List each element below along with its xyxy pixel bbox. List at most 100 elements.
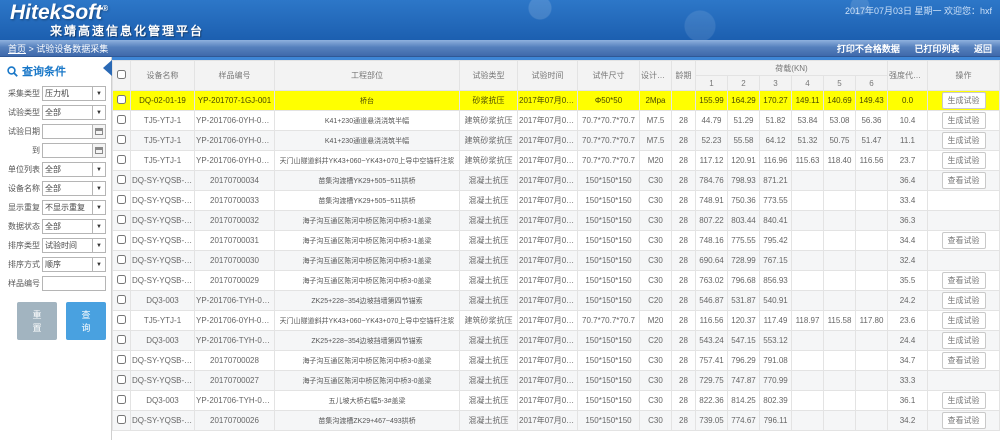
col-load-4: 4 <box>792 76 824 91</box>
date-input[interactable] <box>42 143 106 158</box>
chevron-down-icon[interactable]: ▼ <box>92 220 105 233</box>
table-row: DQ-SY-YQSB-04020170700032海子沟互通区陈河中桥区陈河中桥… <box>113 211 1000 231</box>
calendar-icon[interactable] <box>92 125 105 138</box>
chevron-down-icon[interactable]: ▼ <box>92 106 105 119</box>
cell-age: 28 <box>672 411 696 431</box>
cell-strength-rep-value: 24.4 <box>888 331 928 351</box>
cell-test-time: 2017年07月03日 <box>518 291 578 311</box>
chevron-down-icon[interactable]: ▼ <box>92 201 105 214</box>
sidebar-collapse-icon[interactable] <box>103 60 112 76</box>
filter-select[interactable]: 全部▼ <box>42 181 106 196</box>
cell-test-time: 2017年07月03日 <box>518 371 578 391</box>
row-checkbox[interactable] <box>117 195 126 204</box>
row-checkbox[interactable] <box>117 335 126 344</box>
date-input[interactable] <box>42 124 106 139</box>
cell-device-name: DQ-SY-YQSB-040 <box>131 271 195 291</box>
cell-strength-rep-value: 10.4 <box>888 111 928 131</box>
col-time: 试验时间 <box>518 61 578 91</box>
generate-test-button[interactable]: 生成试验 <box>942 292 986 309</box>
filter-label: 试验类型 <box>3 107 40 118</box>
calendar-icon[interactable] <box>92 144 105 157</box>
cell-age: 28 <box>672 391 696 411</box>
view-test-button[interactable]: 查看试验 <box>942 172 986 189</box>
filter-select[interactable]: 不显示重复▼ <box>42 200 106 215</box>
row-checkbox[interactable] <box>117 155 126 164</box>
cell-strength-rep-value: 23.6 <box>888 311 928 331</box>
generate-test-button[interactable]: 生成试验 <box>942 92 986 109</box>
chevron-down-icon[interactable]: ▼ <box>92 239 105 252</box>
generate-test-button[interactable]: 生成试验 <box>942 112 986 129</box>
cell-load-5 <box>824 371 856 391</box>
select-all-checkbox[interactable] <box>117 70 126 79</box>
cell-load-6 <box>856 351 888 371</box>
row-checkbox[interactable] <box>117 315 126 324</box>
row-checkbox[interactable] <box>117 255 126 264</box>
cell-test-type: 混凝土抗压 <box>460 411 518 431</box>
view-test-button[interactable]: 查看试验 <box>942 412 986 429</box>
row-checkbox[interactable] <box>117 135 126 144</box>
filter-select[interactable]: 试验时间▼ <box>42 238 106 253</box>
cell-age: 28 <box>672 271 696 291</box>
view-test-button[interactable]: 查看试验 <box>942 272 986 289</box>
cell-sample-number: YP-201706-TYH-054-3 <box>195 391 275 411</box>
filter-select[interactable]: 全部▼ <box>42 219 106 234</box>
row-checkbox[interactable] <box>117 395 126 404</box>
cell-test-type: 混凝土抗压 <box>460 251 518 271</box>
cell-load-5: 115.58 <box>824 311 856 331</box>
chevron-down-icon[interactable]: ▼ <box>92 182 105 195</box>
row-checkbox[interactable] <box>117 175 126 184</box>
chevron-down-icon[interactable]: ▼ <box>92 87 105 100</box>
cell-age: 28 <box>672 111 696 131</box>
generate-test-button[interactable]: 生成试验 <box>942 392 986 409</box>
row-checkbox[interactable] <box>117 95 126 104</box>
generate-test-button[interactable]: 生成试验 <box>942 312 986 329</box>
row-select-cell <box>113 191 131 211</box>
breadcrumb-home-link[interactable]: 首页 <box>8 44 26 54</box>
filter-select[interactable]: 压力机▼ <box>42 86 106 101</box>
print-unqualified-link[interactable]: 打印不合格数据 <box>837 44 900 54</box>
cell-test-type: 建筑砂浆抗压 <box>460 111 518 131</box>
view-test-button[interactable]: 查看试验 <box>942 352 986 369</box>
filter-label: 单位列表 <box>3 164 40 175</box>
filter-select[interactable]: 全部▼ <box>42 105 106 120</box>
filter-row: 单位列表全部▼ <box>3 162 106 177</box>
cell-specimen-size: 150*150*150 <box>578 231 640 251</box>
cell-age: 28 <box>672 291 696 311</box>
filter-select[interactable]: 顺序▼ <box>42 257 106 272</box>
cell-device-name: DQ-SY-YQSB-040 <box>131 251 195 271</box>
chevron-down-icon[interactable]: ▼ <box>92 258 105 271</box>
cell-test-type: 砂浆抗压 <box>460 91 518 111</box>
cell-load-6 <box>856 391 888 411</box>
row-select-cell <box>113 231 131 251</box>
row-checkbox[interactable] <box>117 355 126 364</box>
row-checkbox[interactable] <box>117 295 126 304</box>
cell-device-name: DQ-SY-YQSB-040 <box>131 191 195 211</box>
reset-button[interactable]: 重置 <box>17 302 57 340</box>
row-checkbox[interactable] <box>117 115 126 124</box>
generate-test-button[interactable]: 生成试验 <box>942 332 986 349</box>
nav-bar: 首页 > 试验设备数据采集 打印不合格数据 已打印列表 返回 <box>0 40 1000 57</box>
generate-test-button[interactable]: 生成试验 <box>942 132 986 149</box>
cell-test-type: 混凝土抗压 <box>460 371 518 391</box>
filter-select[interactable]: 全部▼ <box>42 162 106 177</box>
cell-load-3: 116.96 <box>760 151 792 171</box>
filter-row: 排序类型试验时间▼ <box>3 238 106 253</box>
generate-test-button[interactable]: 生成试验 <box>942 152 986 169</box>
sample-number-input[interactable] <box>42 276 106 291</box>
cell-operation: 查看试验 <box>928 411 1000 431</box>
cell-load-3: 770.99 <box>760 371 792 391</box>
row-checkbox[interactable] <box>117 235 126 244</box>
select-value: 全部 <box>43 183 92 194</box>
cell-design-strength: C30 <box>640 171 672 191</box>
view-test-button[interactable]: 查看试验 <box>942 232 986 249</box>
cell-age: 28 <box>672 231 696 251</box>
printed-list-link[interactable]: 已打印列表 <box>914 44 959 54</box>
chevron-down-icon[interactable]: ▼ <box>92 163 105 176</box>
row-checkbox[interactable] <box>117 215 126 224</box>
back-link[interactable]: 返回 <box>974 44 992 54</box>
row-checkbox[interactable] <box>117 275 126 284</box>
cell-load-6 <box>856 231 888 251</box>
row-checkbox[interactable] <box>117 415 126 424</box>
row-checkbox[interactable] <box>117 375 126 384</box>
search-button[interactable]: 查询 <box>66 302 106 340</box>
